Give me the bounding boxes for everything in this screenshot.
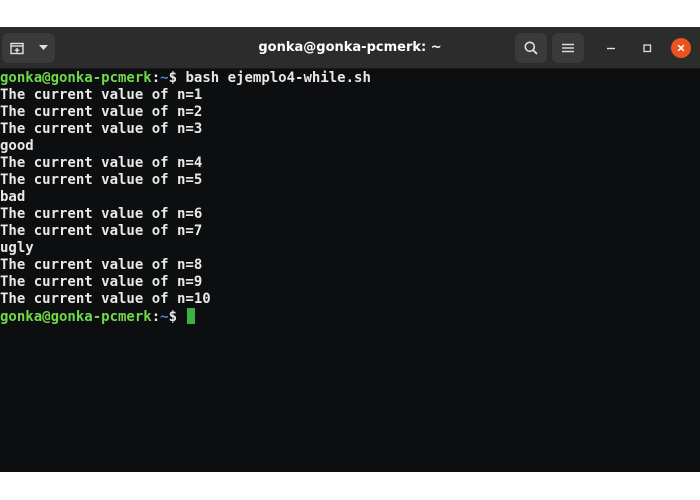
new-tab-group xyxy=(2,33,55,63)
output-line: ugly xyxy=(0,240,34,256)
command-text: bash ejemplo4-while.sh xyxy=(177,70,371,86)
chevron-down-icon xyxy=(39,45,48,50)
maximize-button[interactable] xyxy=(637,38,657,58)
output-line: The current value of n=6 xyxy=(0,206,203,222)
prompt-symbol: $ xyxy=(168,70,178,86)
output-line: bad xyxy=(0,189,26,205)
output-line: good xyxy=(0,138,34,154)
search-icon xyxy=(524,41,538,55)
title-bar: gonka@gonka-pcmerk: ~ xyxy=(0,27,700,69)
new-tab-button[interactable] xyxy=(2,33,32,63)
search-button[interactable] xyxy=(515,33,547,63)
close-button[interactable] xyxy=(671,38,691,58)
output-line: The current value of n=10 xyxy=(0,291,211,307)
prompt-separator: : xyxy=(151,70,161,86)
terminal-output[interactable]: gonka@gonka-pcmerk:~$ bash ejemplo4-whil… xyxy=(0,70,700,472)
prompt-user-host: gonka@gonka-pcmerk xyxy=(0,70,152,86)
prompt-symbol: $ xyxy=(168,309,178,325)
terminal-window: gonka@gonka-pcmerk: ~ gonka@gonka-pcmerk… xyxy=(0,27,700,472)
command-line: gonka@gonka-pcmerk:~$ bash ejemplo4-whil… xyxy=(0,70,700,87)
close-icon xyxy=(677,44,685,52)
output-line: The current value of n=3 xyxy=(0,121,203,137)
output-line: The current value of n=5 xyxy=(0,172,203,188)
output-line: The current value of n=4 xyxy=(0,155,203,171)
prompt-path: ~ xyxy=(160,70,169,86)
hamburger-icon xyxy=(562,43,574,53)
text-cursor xyxy=(187,308,196,324)
window-title: gonka@gonka-pcmerk: ~ xyxy=(258,40,442,55)
output-line: The current value of n=7 xyxy=(0,223,203,239)
output-line: The current value of n=9 xyxy=(0,274,203,290)
prompt-separator: : xyxy=(151,309,161,325)
prompt-user-host: gonka@gonka-pcmerk xyxy=(0,309,152,325)
output-line: The current value of n=1 xyxy=(0,87,203,103)
new-tab-icon xyxy=(10,42,24,54)
prompt-line: gonka@gonka-pcmerk:~$ xyxy=(0,308,700,325)
minimize-button[interactable] xyxy=(601,38,621,58)
minimize-icon xyxy=(607,47,615,50)
menu-button[interactable] xyxy=(552,33,584,63)
maximize-icon xyxy=(643,44,652,53)
tab-menu-button[interactable] xyxy=(32,33,55,63)
prompt-path: ~ xyxy=(160,309,169,325)
output-line: The current value of n=8 xyxy=(0,257,203,273)
output-line: The current value of n=2 xyxy=(0,104,203,120)
